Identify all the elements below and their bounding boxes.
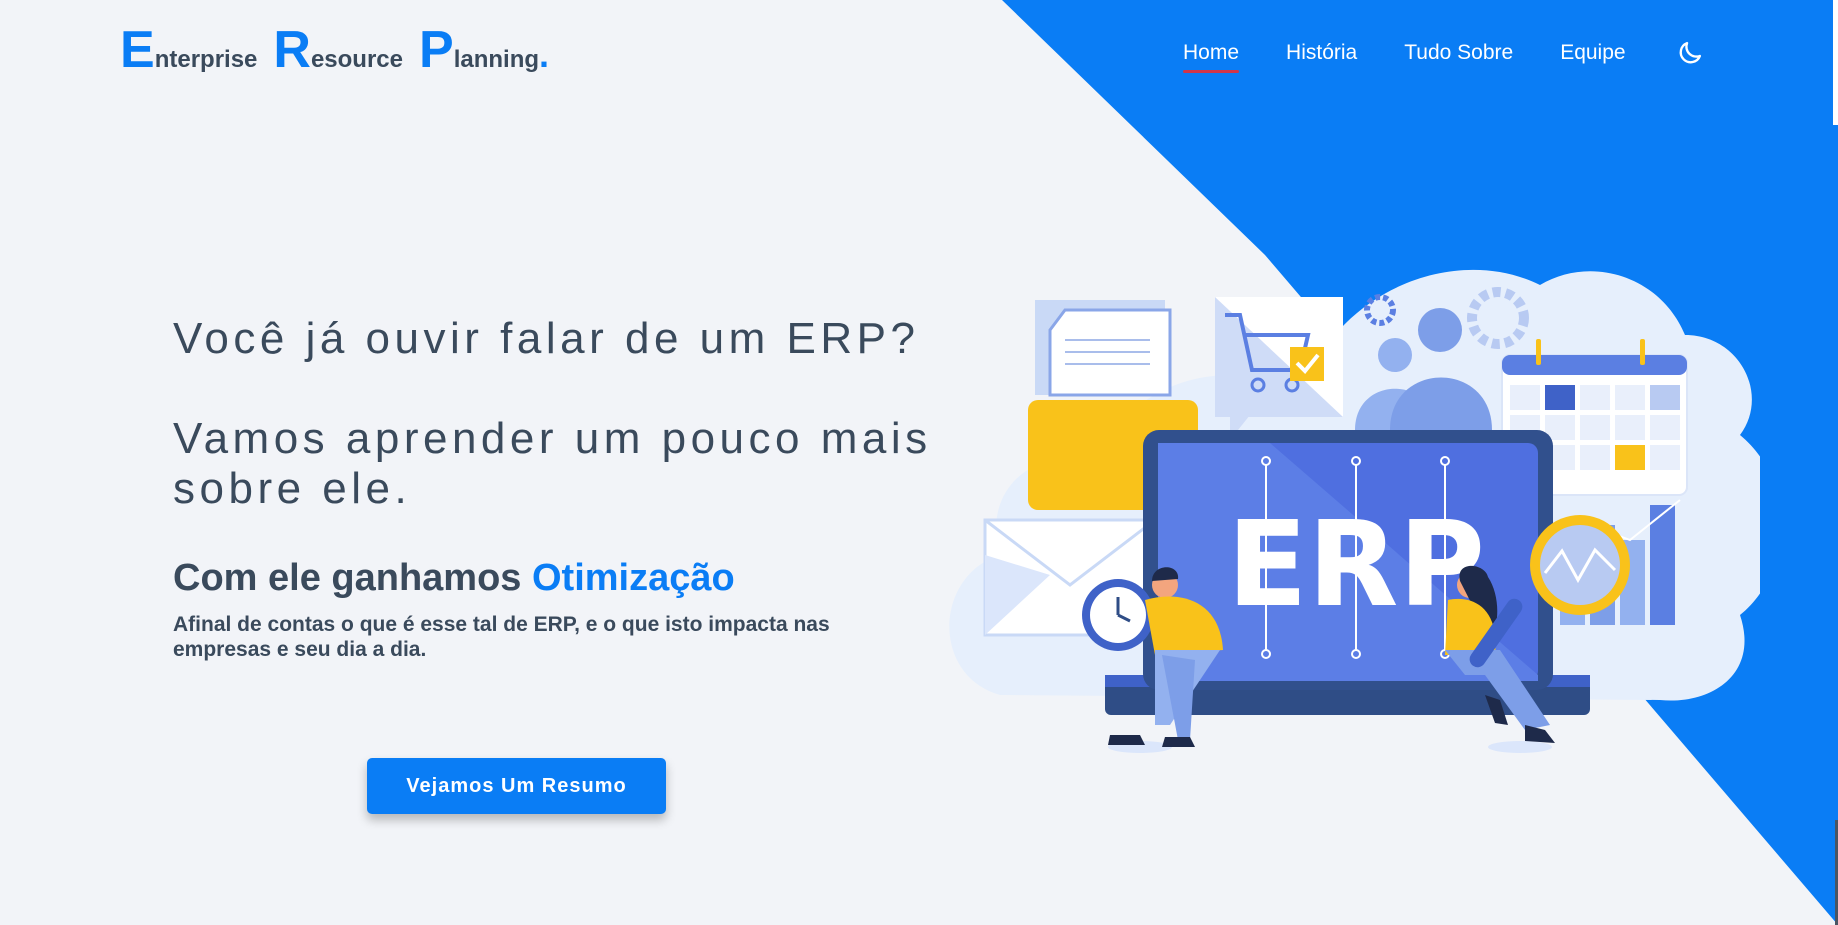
main-nav: Home História Tudo Sobre Equipe (1183, 36, 1707, 73)
scrollbar-thumb[interactable] (1833, 0, 1838, 125)
hero-headline-question: Você já ouvir falar de um ERP? (173, 314, 920, 363)
nav-item-tudo-sobre[interactable]: Tudo Sobre (1404, 41, 1513, 65)
nav-item-home[interactable]: Home (1183, 41, 1240, 73)
hero-subheading: Com ele ganhamos Otimização (173, 556, 933, 600)
nav-item-historia[interactable]: História (1286, 41, 1357, 65)
logo-word-nterprise: nterprise (154, 46, 258, 73)
hero-description: Afinal de contas o que é esse tal de ERP… (173, 613, 830, 661)
logo-dot: . (539, 34, 550, 75)
theme-toggle-button[interactable] (1673, 36, 1707, 70)
document-icon (1035, 300, 1172, 397)
hero-section: Você já ouvir falar de um ERP? Vamos apr… (173, 314, 933, 662)
hero-headline-learn: Vamos aprender um pouco mais sobre ele. (173, 414, 932, 513)
logo-word-lanning: lanning (453, 46, 540, 73)
laptop-screen-text: ERP (1227, 495, 1485, 633)
hero-subheading-accent: Otimização (531, 557, 735, 599)
summary-button[interactable]: Vejamos Um Resumo (367, 758, 666, 814)
erp-illustration: ERP (949, 269, 1760, 753)
nav-item-equipe[interactable]: Equipe (1560, 41, 1625, 65)
logo-word-esource: esource (310, 46, 404, 73)
page-scrollbar[interactable] (1833, 0, 1838, 925)
clock-icon (1082, 579, 1154, 651)
hero-subheading-prefix: Com ele ganhamos (173, 557, 532, 599)
moon-icon (1679, 41, 1701, 64)
logo-letter-p: P (419, 21, 454, 79)
logo-letter-r: R (273, 21, 311, 79)
site-logo[interactable]: Enterprise Resource Planning. (120, 24, 549, 76)
logo-letter-e: E (120, 21, 155, 79)
